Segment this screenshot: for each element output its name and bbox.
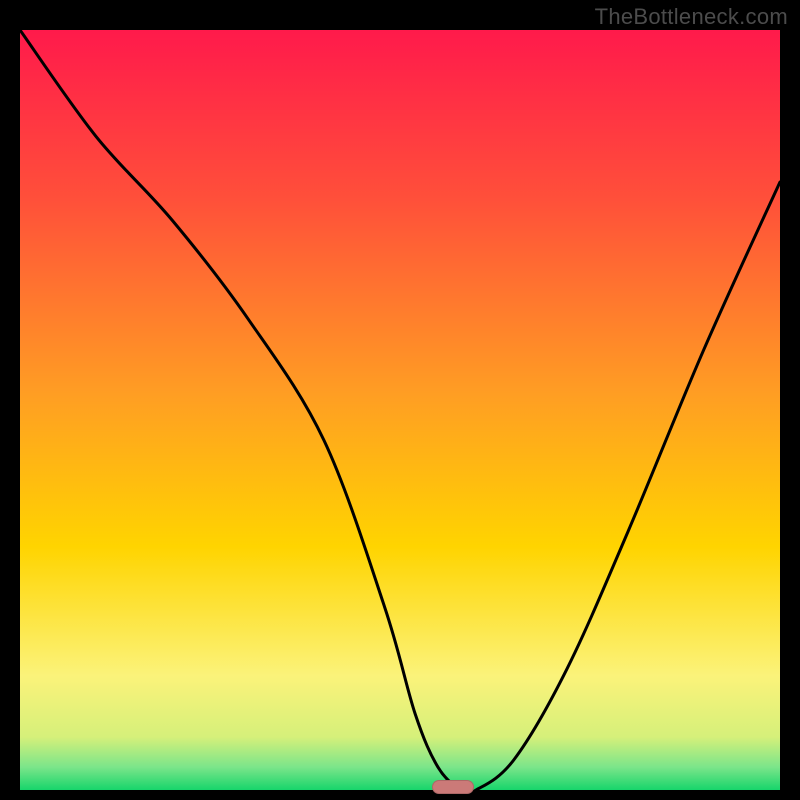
- chart-svg: [20, 30, 780, 790]
- optimal-marker: [432, 780, 474, 794]
- watermark-text: TheBottleneck.com: [595, 4, 788, 30]
- chart-plot-area: [20, 30, 780, 790]
- gradient-background: [20, 30, 780, 790]
- chart-frame: TheBottleneck.com: [0, 0, 800, 800]
